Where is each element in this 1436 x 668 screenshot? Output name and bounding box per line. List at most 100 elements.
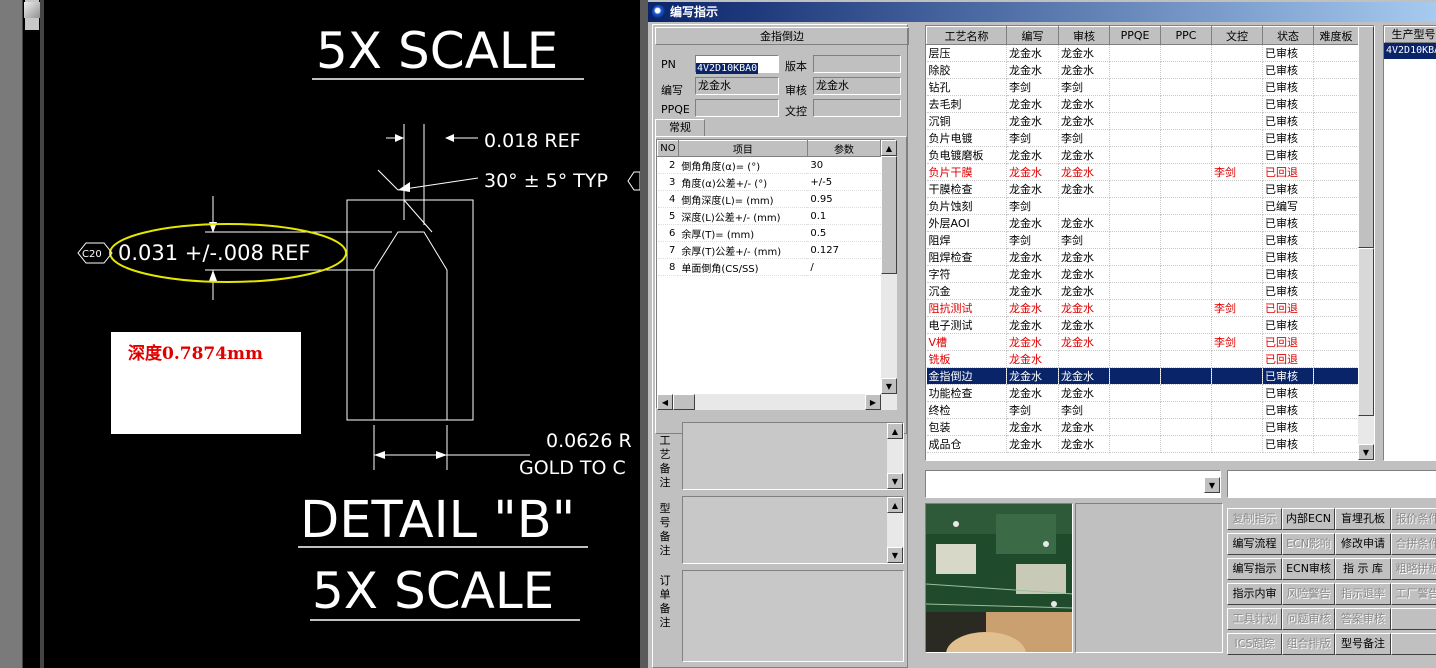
param-row[interactable]: 4 倒角深度(L)= (mm) 0.95 bbox=[657, 190, 881, 208]
action-button[interactable]: 复制指示 bbox=[1227, 508, 1282, 530]
grid-col-header[interactable]: PPQE bbox=[1109, 26, 1161, 45]
process-remark-box[interactable]: ▲ ▼ bbox=[682, 422, 904, 490]
action-button[interactable]: 指 示 库 bbox=[1335, 558, 1391, 580]
param-hscroll[interactable]: ◀ ▶ bbox=[657, 394, 897, 410]
action-button[interactable]: 工具计划 bbox=[1227, 608, 1282, 630]
process-row[interactable]: 金指倒边 龙金水 龙金水 已审核 bbox=[926, 367, 1359, 385]
process-row[interactable]: 功能检查 龙金水 龙金水 已审核 bbox=[926, 384, 1359, 402]
ppqe-field[interactable] bbox=[695, 99, 779, 117]
author-field[interactable]: 龙金水 bbox=[695, 77, 779, 95]
scroll-up-icon[interactable]: ▲ bbox=[881, 140, 897, 156]
version-field[interactable] bbox=[813, 55, 901, 73]
process-row[interactable]: 包装 龙金水 龙金水 已审核 bbox=[926, 418, 1359, 436]
col-item[interactable]: 项目 bbox=[677, 140, 808, 157]
param-row[interactable]: 2 倒角角度(α)= (°) 30 bbox=[657, 156, 881, 174]
grid-col-header[interactable]: 审核 bbox=[1058, 26, 1110, 45]
action-button[interactable] bbox=[1391, 608, 1436, 630]
action-button[interactable]: 合拼条件 bbox=[1391, 533, 1436, 555]
process-row[interactable]: 除胶 龙金水 龙金水 已审核 bbox=[926, 61, 1359, 79]
param-row[interactable]: 5 深度(L)公差+/- (mm) 0.1 bbox=[657, 207, 881, 225]
action-button[interactable]: 编写流程 bbox=[1227, 533, 1282, 555]
action-button[interactable]: 问题审核 bbox=[1282, 608, 1335, 630]
action-button[interactable]: ICS跟踪 bbox=[1227, 633, 1282, 655]
param-row[interactable]: 8 单面倒角(CS/SS) / bbox=[657, 258, 881, 276]
hscroll-thumb[interactable] bbox=[673, 394, 695, 410]
parameter-table[interactable]: NO 项目 参数 2 倒角角度(α)= (°) 30 3 角度(α)公差+/- (°) +… bbox=[656, 139, 897, 410]
dropdown-arrow-icon[interactable]: ▼ bbox=[1204, 477, 1220, 493]
scroll-down-icon[interactable]: ▼ bbox=[881, 378, 897, 394]
cad-drawing-panel[interactable]: 5X SCALE 0.018 REF 30° ± 5° TYP C20 0.03… bbox=[0, 0, 640, 668]
action-button[interactable]: 粗略拼板 bbox=[1391, 558, 1436, 580]
scroll-thumb[interactable] bbox=[881, 156, 897, 274]
process-row[interactable]: 负片电镀 李剑 李剑 已审核 bbox=[926, 129, 1359, 147]
process-dropdown[interactable]: ▼ bbox=[925, 470, 1221, 498]
process-row[interactable]: 阻焊检查 龙金水 龙金水 已审核 bbox=[926, 248, 1359, 266]
param-row[interactable]: 6 余厚(T)= (mm) 0.5 bbox=[657, 224, 881, 242]
process-row[interactable]: 沉铜 龙金水 龙金水 已审核 bbox=[926, 112, 1359, 130]
reviewer-field[interactable]: 龙金水 bbox=[813, 77, 901, 95]
scroll-right-icon[interactable]: ▶ bbox=[865, 394, 881, 410]
process-row[interactable]: 层压 龙金水 龙金水 已审核 bbox=[926, 44, 1359, 62]
process-row[interactable]: 终检 李剑 李剑 已审核 bbox=[926, 401, 1359, 419]
grid-col-header[interactable]: 文控 bbox=[1211, 26, 1263, 45]
scroll-down-icon[interactable]: ▼ bbox=[1358, 444, 1374, 460]
model-list-item[interactable]: 4V2D10KBA0 bbox=[1384, 43, 1436, 59]
order-remark-box[interactable] bbox=[682, 570, 904, 662]
action-button[interactable]: 工厂警告 bbox=[1391, 583, 1436, 605]
model-remark-scroll[interactable]: ▲ ▼ bbox=[887, 497, 903, 563]
scroll-up-icon[interactable]: ▲ bbox=[887, 423, 903, 439]
param-vscroll[interactable]: ▲ ▼ bbox=[881, 140, 897, 394]
process-row[interactable]: 干膜检查 龙金水 龙金水 已审核 bbox=[926, 180, 1359, 198]
process-row[interactable]: 阻抗测试 龙金水 龙金水 李剑 已回退 bbox=[926, 299, 1359, 317]
col-no[interactable]: NO bbox=[657, 140, 679, 157]
process-row[interactable]: 外层AOI 龙金水 龙金水 已审核 bbox=[926, 214, 1359, 232]
process-row[interactable]: 字符 龙金水 龙金水 已审核 bbox=[926, 265, 1359, 283]
param-row[interactable]: 7 余厚(T)公差+/- (mm) 0.127 bbox=[657, 241, 881, 259]
model-list-header[interactable]: 生产型号 bbox=[1384, 26, 1436, 43]
process-row[interactable]: 电子测试 龙金水 龙金水 已审核 bbox=[926, 316, 1359, 334]
process-row[interactable]: 去毛刺 龙金水 龙金水 已审核 bbox=[926, 95, 1359, 113]
action-button[interactable]: 盲埋孔板 bbox=[1335, 508, 1391, 530]
action-button[interactable]: 报价条件 bbox=[1391, 508, 1436, 530]
grid-col-header[interactable]: 难度板 bbox=[1313, 26, 1359, 45]
action-button[interactable]: 型号备注 bbox=[1335, 633, 1391, 655]
process-row[interactable]: 沉金 龙金水 龙金水 已审核 bbox=[926, 282, 1359, 300]
grid-col-header[interactable]: 编写 bbox=[1006, 26, 1059, 45]
model-remark-box[interactable]: ▲ ▼ bbox=[682, 496, 904, 564]
action-button[interactable]: 内部ECN bbox=[1282, 508, 1335, 530]
action-button[interactable]: 组合排版 bbox=[1282, 633, 1335, 655]
scroll-left-icon[interactable]: ◀ bbox=[657, 394, 673, 410]
col-value[interactable]: 参数 bbox=[806, 140, 882, 157]
action-button[interactable]: 修改申请 bbox=[1335, 533, 1391, 555]
action-button[interactable]: ECN审核 bbox=[1282, 558, 1335, 580]
window-titlebar[interactable]: 编写指示 bbox=[648, 2, 1436, 22]
process-row[interactable]: V槽 龙金水 龙金水 李剑 已回退 bbox=[926, 333, 1359, 351]
grid-scroll-thumb[interactable] bbox=[1358, 26, 1374, 248]
model-list[interactable]: 生产型号 4V2D10KBA0 bbox=[1383, 25, 1436, 461]
action-button[interactable] bbox=[1391, 633, 1436, 655]
scroll-down-icon[interactable]: ▼ bbox=[887, 547, 903, 563]
scroll-up-icon[interactable]: ▲ bbox=[887, 497, 903, 513]
process-remark-scroll[interactable]: ▲ ▼ bbox=[887, 423, 903, 489]
action-button[interactable]: 编写指示 bbox=[1227, 558, 1282, 580]
process-row[interactable]: 钻孔 李剑 李剑 已审核 bbox=[926, 78, 1359, 96]
action-button[interactable]: 答案审核 bbox=[1335, 608, 1391, 630]
process-row[interactable]: 负片蚀刻 李剑 已编写 bbox=[926, 197, 1359, 215]
doc-control-field[interactable] bbox=[813, 99, 901, 117]
secondary-dropdown[interactable] bbox=[1227, 470, 1436, 498]
process-row[interactable]: 负片干膜 龙金水 龙金水 李剑 已回退 bbox=[926, 163, 1359, 181]
grid-scroll-track[interactable] bbox=[1358, 248, 1374, 416]
grid-vscroll[interactable]: ▼ bbox=[1358, 26, 1374, 460]
process-row[interactable]: 阻焊 李剑 李剑 已审核 bbox=[926, 231, 1359, 249]
grid-col-header[interactable]: 工艺名称 bbox=[926, 26, 1007, 45]
process-row[interactable]: 负电镀磨板 龙金水 龙金水 已审核 bbox=[926, 146, 1359, 164]
tab-general[interactable]: 常规 bbox=[655, 119, 705, 137]
scroll-down-icon[interactable]: ▼ bbox=[887, 473, 903, 489]
pn-field[interactable]: 4V2D10KBA0 bbox=[695, 55, 779, 74]
process-row[interactable]: 铣板 龙金水 已回退 bbox=[926, 350, 1359, 368]
action-button[interactable]: ECN影响 bbox=[1282, 533, 1335, 555]
process-grid[interactable]: 工艺名称 编写 审核 PPQE PPC 文控 状态 难度板 层压 龙金水 龙金水 已审核 除胶 龙金水龙… bbox=[925, 25, 1375, 461]
action-button[interactable]: 指示内审 bbox=[1227, 583, 1282, 605]
grid-col-header[interactable]: PPC bbox=[1160, 26, 1212, 45]
process-row[interactable]: 成品仓 龙金水 龙金水 已审核 bbox=[926, 435, 1359, 453]
